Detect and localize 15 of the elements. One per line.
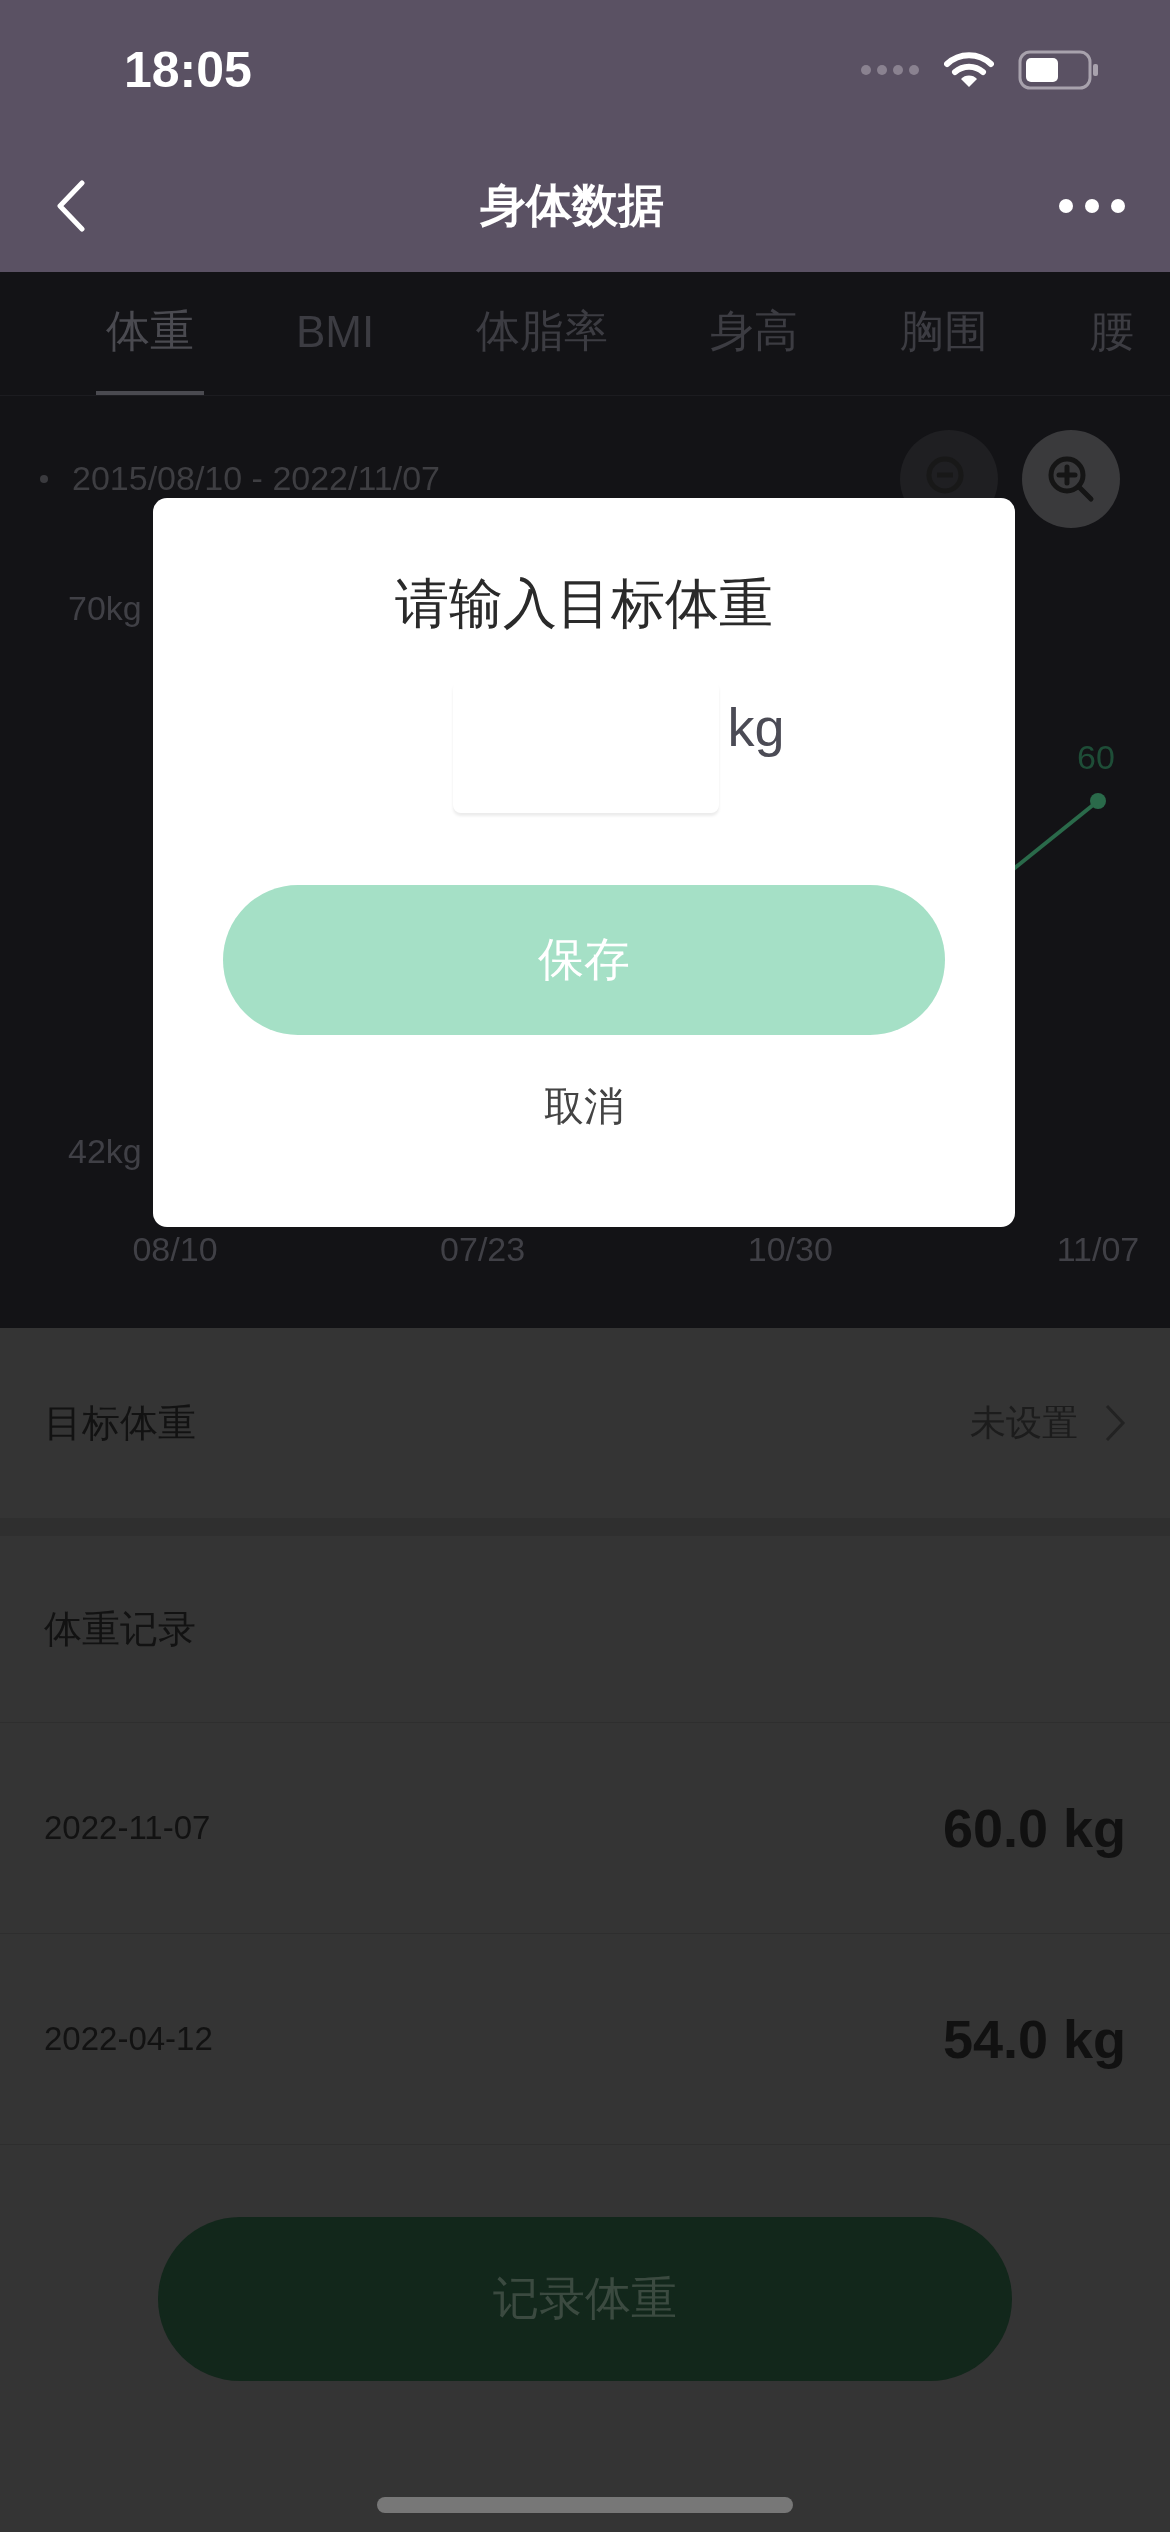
more-icon[interactable] bbox=[1058, 198, 1126, 214]
save-button[interactable]: 保存 bbox=[223, 885, 945, 1035]
status-time: 18:05 bbox=[124, 41, 252, 99]
dialog-title: 请输入目标体重 bbox=[395, 572, 773, 635]
bullet-dot bbox=[40, 474, 48, 483]
data-label: 60 bbox=[1077, 738, 1115, 776]
back-icon[interactable] bbox=[56, 180, 86, 232]
cancel-button[interactable]: 取消 bbox=[524, 1069, 644, 1144]
tab[interactable]: 体重 bbox=[96, 272, 204, 395]
battery-icon bbox=[1018, 50, 1100, 90]
page-title: 身体数据 bbox=[480, 178, 664, 233]
wifi-icon bbox=[944, 51, 994, 89]
signal-icon bbox=[860, 64, 920, 76]
unit-label: kg bbox=[727, 696, 785, 758]
data-point bbox=[1090, 793, 1106, 809]
